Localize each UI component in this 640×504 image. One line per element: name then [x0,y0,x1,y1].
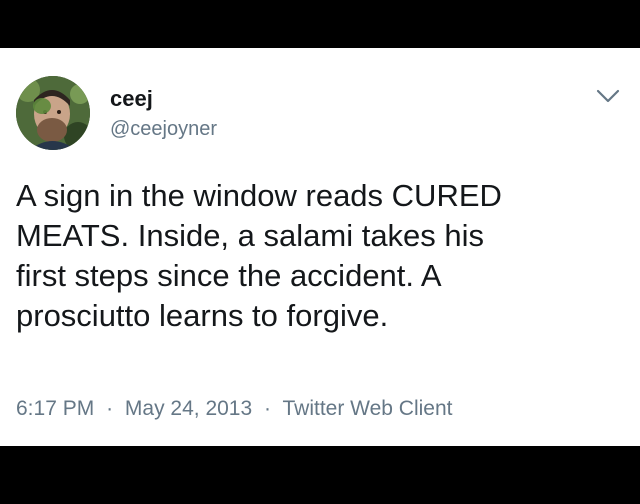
tweet-card: ceej @ceejoyner A sign in the window rea… [0,48,640,446]
top-black-bar [0,0,640,48]
meta-separator: · [264,397,272,420]
bottom-black-bar [0,446,640,504]
avatar-photo-icon [16,76,90,150]
tweet-text: A sign in the window reads CURED MEATS. … [16,178,502,333]
tweet-time[interactable]: 6:17 PM [16,397,94,420]
meta-separator: · [106,397,114,420]
tweet-metadata: 6:17 PM · May 24, 2013 · Twitter Web Cli… [16,396,452,422]
chevron-down-icon[interactable] [595,86,621,106]
tweet-client[interactable]: Twitter Web Client [282,397,452,420]
tweet-date[interactable]: May 24, 2013 [125,397,252,420]
author-handle[interactable]: @ceejoyner [110,117,217,141]
author-name[interactable]: ceej [110,86,153,112]
avatar[interactable] [16,76,90,150]
